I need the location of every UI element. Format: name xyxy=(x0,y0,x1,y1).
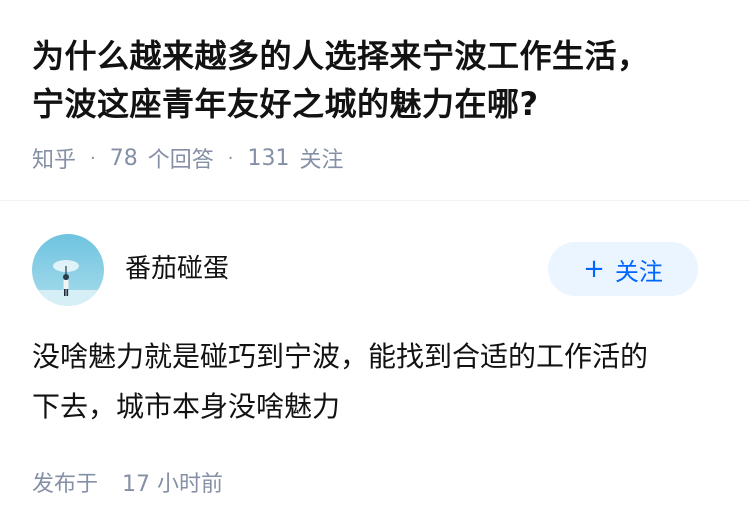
answer-content-line-1: 没啥魅力就是碰巧到宁波，能找到合适的工作活的 xyxy=(32,340,649,373)
meta-separator: · xyxy=(90,147,96,169)
answer-count-label: 个回答 xyxy=(147,148,214,173)
question-title[interactable]: 为什么越来越多的人选择来宁波工作生活， 宁波这座青年友好之城的魅力在哪? xyxy=(32,32,722,128)
publish-time: 发布于 17 小时前 xyxy=(32,466,223,498)
section-divider xyxy=(0,200,750,201)
publish-time-value: 17 小时前 xyxy=(122,472,224,497)
follower-count: 131 xyxy=(247,145,290,171)
follow-button-label: 关注 xyxy=(614,257,663,286)
answer-content[interactable]: 没啥魅力就是碰巧到宁波，能找到合适的工作活的 下去，城市本身没啥魅力 xyxy=(32,332,718,432)
author-name[interactable]: 番茄碰蛋 xyxy=(125,248,229,285)
question-title-line-2[interactable]: 宁波这座青年友好之城的魅力在哪? xyxy=(32,80,722,128)
zhihu-page: 为什么越来越多的人选择来宁波工作生活， 宁波这座青年友好之城的魅力在哪? 知乎 … xyxy=(0,0,750,532)
publish-label: 发布于 xyxy=(32,472,99,497)
question-meta: 知乎 · 78 个回答 · 131 关注 xyxy=(32,142,722,174)
follower-count-label: 关注 xyxy=(299,148,344,173)
question-header: 为什么越来越多的人选择来宁波工作生活， 宁波这座青年友好之城的魅力在哪? 知乎 … xyxy=(32,32,722,174)
avatar[interactable] xyxy=(32,234,104,306)
plus-icon: + xyxy=(583,254,605,284)
author-row: 番茄碰蛋 + 关注 xyxy=(32,234,718,306)
answer-card: 番茄碰蛋 + 关注 没啥魅力就是碰巧到宁波，能找到合适的工作活的 下去，城市本身… xyxy=(32,234,718,423)
follow-button[interactable]: + 关注 xyxy=(548,242,698,296)
source-label[interactable]: 知乎 xyxy=(32,142,76,174)
answer-count: 78 xyxy=(109,145,138,171)
answer-content-line-2: 下去，城市本身没啥魅力 xyxy=(32,390,341,423)
meta-separator: · xyxy=(227,147,234,169)
question-title-line-1[interactable]: 为什么越来越多的人选择来宁波工作生活， xyxy=(32,32,722,80)
avatar-image xyxy=(32,234,104,306)
